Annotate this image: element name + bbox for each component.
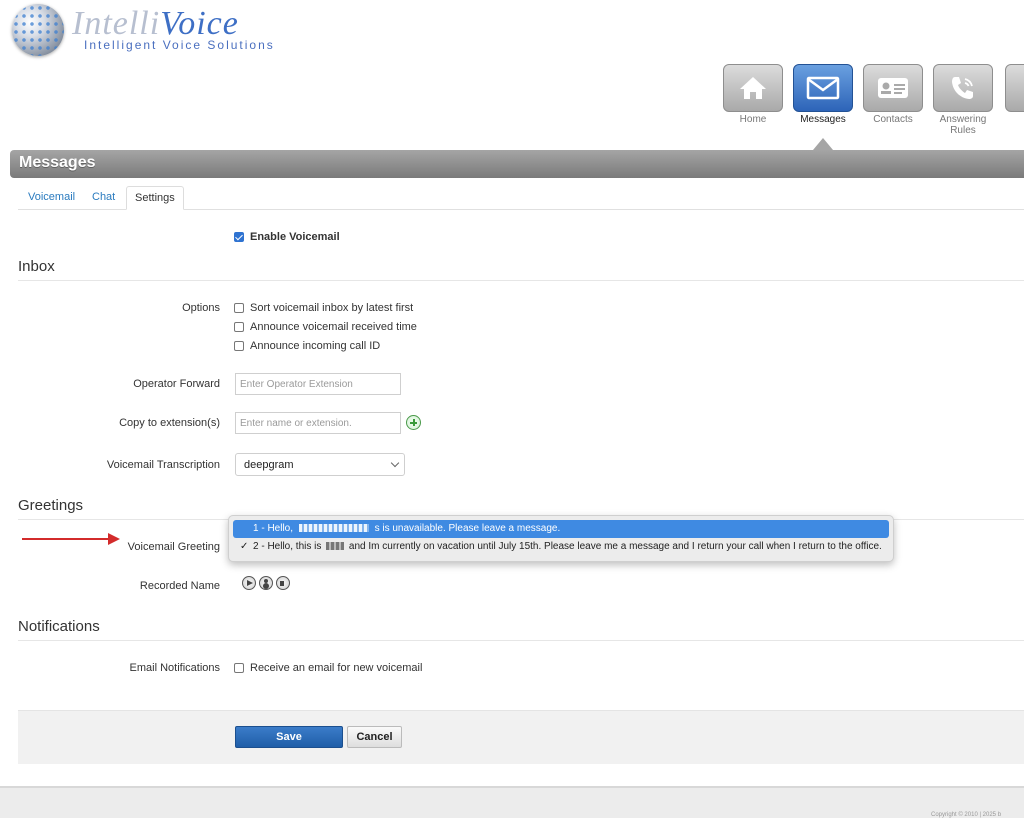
sort-latest-label: Sort voicemail inbox by latest first <box>250 302 414 314</box>
email-notifications-label: Email Notifications <box>129 662 220 674</box>
sort-latest-checkbox[interactable] <box>234 303 244 313</box>
play-icon[interactable] <box>242 576 256 590</box>
form-actions-bar <box>18 710 1024 764</box>
voicemail-greeting-label: Voicemail Greeting <box>127 541 220 553</box>
enable-voicemail-checkbox[interactable] <box>234 232 244 242</box>
page-title-bar: Messages <box>10 150 1024 178</box>
recorded-name-label: Recorded Name <box>139 580 220 592</box>
chevron-down-icon <box>390 458 400 468</box>
greeting-option-2-prefix: 2 - Hello, this is <box>253 541 322 552</box>
copy-to-extension-input[interactable] <box>235 412 401 434</box>
notifications-heading: Notifications <box>18 618 100 635</box>
option-announce-caller-id[interactable]: Announce incoming call ID <box>234 340 380 352</box>
tab-bar: Voicemail Chat Settings <box>18 186 1024 210</box>
nav-label-answering-rules: Answering Rules <box>939 114 987 136</box>
globe-logo-icon <box>12 4 64 56</box>
home-icon <box>740 77 766 99</box>
option-sort-latest[interactable]: Sort voicemail inbox by latest first <box>234 302 413 314</box>
nav-item-contacts[interactable]: Contacts <box>862 64 924 125</box>
recorded-name-controls <box>242 576 290 590</box>
cancel-button[interactable]: Cancel <box>347 726 402 748</box>
email-notification-checkbox[interactable] <box>234 663 244 673</box>
checkmark-icon: ✓ <box>240 541 249 552</box>
page: IntelliVoice Intelligent Voice Solutions… <box>0 0 1024 818</box>
envelope-icon <box>806 76 840 100</box>
save-button[interactable]: Save <box>235 726 343 748</box>
nav-item-messages[interactable]: Messages <box>792 64 854 125</box>
operator-forward-label: Operator Forward <box>133 378 220 390</box>
record-user-icon[interactable] <box>259 576 273 590</box>
announce-time-label: Announce voicemail received time <box>250 321 417 333</box>
greeting-option-2-suffix: and Im currently on vacation until July … <box>348 541 882 552</box>
inbox-divider <box>18 280 1024 281</box>
nav-item-partial[interactable]: F <box>1004 64 1024 125</box>
transcription-select[interactable]: deepgram <box>235 453 405 476</box>
nav-item-home[interactable]: Home <box>722 64 784 125</box>
greeting-option-1[interactable]: 1 - Hello, s is unavailable. Please leav… <box>233 520 889 538</box>
redacted-name-2 <box>326 542 345 551</box>
nav-label-contacts: Contacts <box>873 114 913 125</box>
notifications-divider <box>18 640 1024 641</box>
email-notification-option-label: Receive an email for new voicemail <box>250 662 423 674</box>
tab-voicemail[interactable]: Voicemail <box>20 186 83 210</box>
copyright-text: Copyright © 2010 | 2025 b <box>931 812 1002 818</box>
phone-icon <box>952 77 973 99</box>
red-arrow-annotation-icon <box>22 533 120 545</box>
options-label: Options <box>182 302 220 314</box>
announce-caller-id-label: Announce incoming call ID <box>250 340 381 352</box>
add-extension-icon[interactable] <box>406 415 421 430</box>
page-title: Messages <box>19 154 96 171</box>
redacted-name-1 <box>298 524 369 533</box>
nav-label-home: Home <box>739 114 767 125</box>
greeting-option-2[interactable]: ✓ 2 - Hello, this is and Im currently on… <box>233 538 889 556</box>
copy-to-extension-label: Copy to extension(s) <box>119 417 220 429</box>
nav-item-answering-rules[interactable]: Answering Rules <box>932 64 994 136</box>
page-footer: Copyright © 2010 | 2025 b <box>0 786 1024 818</box>
email-notification-option[interactable]: Receive an email for new voicemail <box>234 662 422 674</box>
active-nav-pointer <box>813 138 833 150</box>
speaker-icon[interactable] <box>276 576 290 590</box>
enable-voicemail-label: Enable Voicemail <box>250 231 340 243</box>
tab-settings[interactable]: Settings <box>126 186 184 210</box>
greeting-option-1-suffix: s is unavailable. Please leave a message… <box>374 523 561 534</box>
inbox-heading: Inbox <box>18 258 55 275</box>
nav-label-messages: Messages <box>800 114 846 125</box>
brand-tagline: Intelligent Voice Solutions <box>84 38 275 52</box>
operator-forward-input[interactable] <box>235 373 401 395</box>
brand-logo[interactable]: IntelliVoice Intelligent Voice Solutions <box>12 4 275 58</box>
greeting-option-1-prefix: 1 - Hello, <box>253 523 294 534</box>
nav-label-partial: F <box>1004 114 1024 125</box>
announce-caller-id-checkbox[interactable] <box>234 341 244 351</box>
voicemail-greeting-dropdown[interactable]: 1 - Hello, s is unavailable. Please leav… <box>228 515 894 562</box>
tab-chat[interactable]: Chat <box>84 186 123 210</box>
greetings-heading: Greetings <box>18 497 84 514</box>
enable-voicemail-row[interactable]: Enable Voicemail <box>234 231 340 243</box>
contact-card-icon <box>878 78 908 98</box>
transcription-label: Voicemail Transcription <box>106 459 220 471</box>
option-announce-time[interactable]: Announce voicemail received time <box>234 321 417 333</box>
brand-name: IntelliVoice <box>72 5 239 42</box>
announce-time-checkbox[interactable] <box>234 322 244 332</box>
transcription-value: deepgram <box>244 459 294 471</box>
